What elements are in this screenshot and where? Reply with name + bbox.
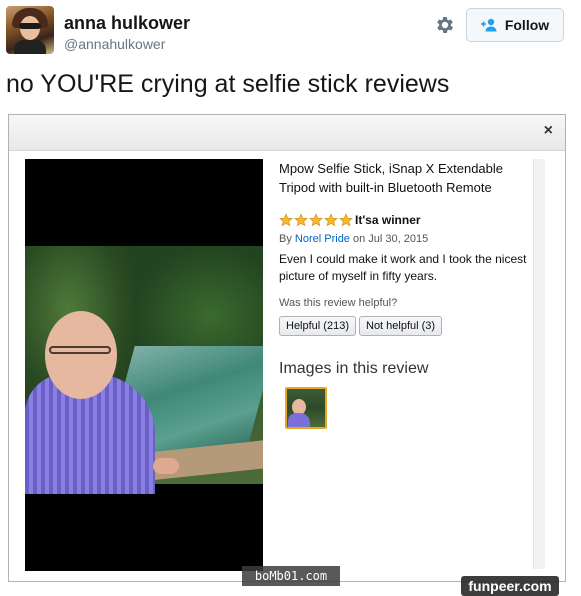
tweet-text: no YOU'RE crying at selfie stick reviews: [6, 70, 450, 98]
review-image-thumbnail[interactable]: [285, 387, 327, 429]
review-screenshot[interactable]: × Mpow Selfie Stick, iSnap X Extendable …: [8, 114, 566, 582]
avatar[interactable]: [6, 6, 54, 54]
by-label: By: [279, 233, 292, 245]
images-heading: Images in this review: [279, 360, 429, 377]
watermark-bomb: boMb01.com: [242, 566, 340, 586]
star-rating: [279, 213, 353, 227]
product-title[interactable]: Mpow Selfie Stick, iSnap X Extendable Tr…: [279, 159, 531, 197]
avatar-glasses: [19, 23, 41, 29]
star-icon: [294, 213, 308, 227]
star-icon: [309, 213, 323, 227]
review-date: on Jul 30, 2015: [353, 233, 429, 245]
modal-header: ×: [9, 115, 565, 151]
review-body: Even I could make it work and I took the…: [279, 252, 527, 283]
user-handle[interactable]: @annahulkower: [64, 36, 165, 52]
follow-label: Follow: [504, 17, 550, 33]
selfie-image: [25, 246, 263, 494]
review-title: It'sa winner: [355, 213, 421, 227]
watermark-funpeer: funpeer.com: [461, 576, 559, 596]
star-icon: [279, 213, 293, 227]
gear-icon[interactable]: [434, 14, 456, 36]
star-icon: [339, 213, 353, 227]
author-link[interactable]: Norel Pride: [295, 233, 350, 245]
star-icon: [324, 213, 338, 227]
display-name[interactable]: anna hulkower: [64, 13, 190, 34]
not-helpful-button[interactable]: Not helpful (3): [359, 316, 443, 336]
follow-button[interactable]: Follow: [466, 8, 564, 42]
helpful-button[interactable]: Helpful (213): [279, 316, 356, 336]
avatar-body: [14, 40, 46, 54]
add-user-icon: [480, 18, 499, 32]
close-icon[interactable]: ×: [544, 122, 553, 140]
review-byline: By Norel Pride on Jul 30, 2015: [279, 233, 428, 245]
review-photo[interactable]: [25, 159, 263, 571]
review-panel: Mpow Selfie Stick, iSnap X Extendable Tr…: [9, 151, 565, 581]
helpful-question: Was this review helpful?: [279, 297, 398, 309]
scrollbar[interactable]: [533, 159, 545, 569]
